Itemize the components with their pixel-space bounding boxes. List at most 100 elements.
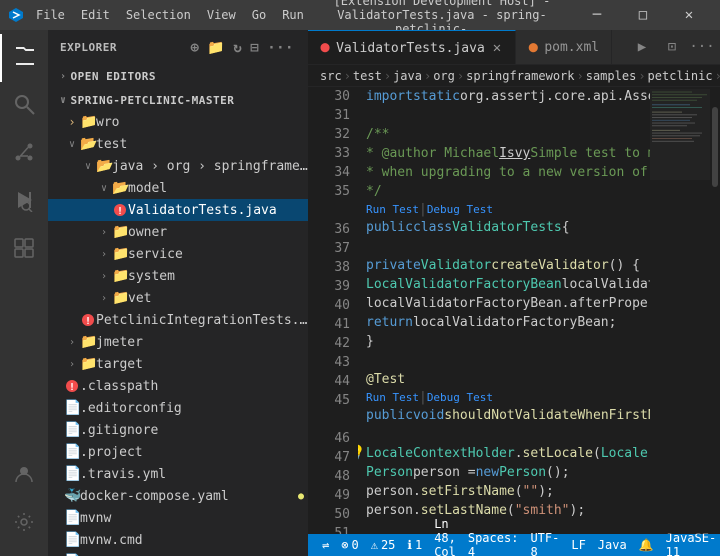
menu-edit[interactable]: Edit <box>75 6 116 24</box>
account-icon <box>13 463 35 490</box>
tree-item-pom[interactable]: 📄 pom.xml <box>48 551 308 556</box>
tree-item-classpath[interactable]: ! .classpath <box>48 375 308 397</box>
gutter-lightbulb-icon[interactable]: 💡 <box>358 444 365 463</box>
breadcrumb-samples[interactable]: samples <box>586 69 637 83</box>
tree-item-editorconfig[interactable]: 📄 .editorconfig <box>48 397 308 419</box>
scrollbar-thumb[interactable] <box>712 107 718 187</box>
code-line-43: } <box>366 332 642 351</box>
refresh-button[interactable]: ↻ <box>231 38 244 58</box>
tree-item-service[interactable]: › 📁 service <box>48 243 308 265</box>
notifications-button[interactable]: 🔔 <box>633 534 660 556</box>
tree-item-target[interactable]: › 📁 target <box>48 353 308 375</box>
menu-view[interactable]: View <box>201 6 242 24</box>
minimap-svg <box>650 87 710 534</box>
sidebar-title: Explorer <box>60 41 117 54</box>
tab-close-validator[interactable]: ✕ <box>491 39 503 57</box>
breadcrumb-springframework[interactable]: springframework <box>466 69 574 83</box>
activity-bar-item-accounts[interactable] <box>0 452 48 500</box>
breadcrumb-sep-2: › <box>384 69 391 83</box>
maximize-button[interactable]: □ <box>620 0 666 30</box>
run-test-link-1[interactable]: Run Test <box>366 200 419 219</box>
warning-indicator[interactable]: ⚠ 25 <box>365 534 402 556</box>
activity-bar-item-extensions[interactable] <box>0 226 48 274</box>
scrollbar-track[interactable] <box>710 87 720 534</box>
new-file-button[interactable]: ⊕ <box>188 38 201 58</box>
sidebar-more-button[interactable]: ··· <box>265 38 296 58</box>
tree-item-docker-compose[interactable]: 🐳 docker-compose.yaml ● <box>48 485 308 507</box>
encoding-indicator[interactable]: UTF-8 <box>524 534 565 556</box>
breadcrumb-java[interactable]: java <box>393 69 422 83</box>
tree-item-model[interactable]: ∨ 📂 model <box>48 177 308 199</box>
menu-go[interactable]: Go <box>246 6 272 24</box>
tab-validator-tests[interactable]: ⬤ ValidatorTests.java ✕ <box>308 30 516 65</box>
menu-selection[interactable]: Selection <box>120 6 197 24</box>
svg-text:!: ! <box>117 206 123 217</box>
tab-validator-tests-label: ValidatorTests.java <box>336 41 485 56</box>
tree-item-jmeter[interactable]: › 📁 jmeter <box>48 331 308 353</box>
tree-item-travis[interactable]: 📄 .travis.yml <box>48 463 308 485</box>
menu-run[interactable]: Run <box>276 6 310 24</box>
tree-item-mvnw-cmd[interactable]: 📄 mvnw.cmd <box>48 529 308 551</box>
tree-item-vet[interactable]: › 📁 vet <box>48 287 308 309</box>
tree-item-test[interactable]: ∨ 📂 test <box>48 133 308 155</box>
jmeter-label: jmeter <box>96 335 308 350</box>
more-actions-button[interactable]: ··· <box>688 33 716 61</box>
spaces-indicator[interactable]: Spaces: 4 <box>462 534 525 556</box>
code-line-33: * @author Michael Isvy Simple test to ma… <box>366 144 642 163</box>
debug-test-link-2[interactable]: Debug Test <box>427 388 493 407</box>
tree-item-wro[interactable]: › 📁 wro <box>48 111 308 133</box>
breadcrumb-org[interactable]: org <box>433 69 455 83</box>
comment-author: * @author Michael <box>366 144 499 163</box>
remote-indicator[interactable]: ⇌ <box>316 534 335 556</box>
sdk-indicator[interactable]: JavaSE-11 <box>660 534 720 556</box>
tree-item-owner[interactable]: › 📁 owner <box>48 221 308 243</box>
activity-bar-item-run[interactable] <box>0 178 48 226</box>
spring-petclinic-header[interactable]: ∨ Spring-Petclinic-Master <box>48 89 308 111</box>
activity-bar-item-settings[interactable] <box>0 500 48 548</box>
debug-test-link-1[interactable]: Debug Test <box>427 200 493 219</box>
tree-item-system[interactable]: › 📁 system <box>48 265 308 287</box>
breadcrumb: src › test › java › org › springframewor… <box>308 65 720 87</box>
eol-indicator[interactable]: LF <box>565 534 591 556</box>
kw-return: return <box>366 313 413 332</box>
tree-item-mvnw[interactable]: 📄 mvnw <box>48 507 308 529</box>
activity-bar-item-search[interactable] <box>0 82 48 130</box>
activity-bar-item-scm[interactable] <box>0 130 48 178</box>
docker-icon: 🐳 <box>64 488 80 504</box>
line-col-indicator[interactable]: Ln 48, Col 24 <box>428 534 462 556</box>
chevron-model-icon: ∨ <box>96 183 112 194</box>
tree-item-project[interactable]: 📄 .project <box>48 441 308 463</box>
classpath-label: .classpath <box>80 379 308 394</box>
status-bar-right: Ln 48, Col 24 Spaces: 4 UTF-8 LF Java 🔔 <box>428 534 720 556</box>
breadcrumb-src[interactable]: src <box>320 69 342 83</box>
type-person: Person <box>366 463 413 482</box>
sidebar-header-actions: ⊕ 📁 ↻ ⊟ ··· <box>188 38 296 58</box>
open-editors-header[interactable]: › Open Editors <box>48 65 308 87</box>
activity-bar-item-explorer[interactable] <box>0 34 48 82</box>
code-editor: 30 31 32 33 34 35 36 37 38 39 40 41 42 4… <box>308 87 720 534</box>
info-indicator[interactable]: ℹ 1 <box>401 534 428 556</box>
tree-item-gitignore[interactable]: 📄 .gitignore <box>48 419 308 441</box>
collapse-all-button[interactable]: ⊟ <box>248 38 261 58</box>
chevron-service-icon: › <box>96 249 112 260</box>
tree-item-java-org[interactable]: ∨ 📂 java › org › springframework › samp.… <box>48 155 308 177</box>
tab-pom-xml[interactable]: ⬤ pom.xml <box>516 30 612 65</box>
run-action-button[interactable]: ▶ <box>628 33 656 61</box>
tree-item-validator-tests[interactable]: ! ValidatorTests.java <box>48 199 308 221</box>
breadcrumb-petclinic[interactable]: petclinic <box>648 69 713 83</box>
minimize-button[interactable]: ─ <box>574 0 620 30</box>
close-button[interactable]: ✕ <box>666 0 712 30</box>
app-icon <box>8 7 24 23</box>
files-icon <box>13 44 37 73</box>
new-folder-button[interactable]: 📁 <box>205 38 227 58</box>
split-editor-button[interactable]: ⊡ <box>658 33 686 61</box>
author-link[interactable]: Isvy <box>499 144 530 163</box>
breadcrumb-test[interactable]: test <box>353 69 382 83</box>
last-name-paren: ( <box>507 501 515 520</box>
menu-file[interactable]: File <box>30 6 71 24</box>
tree-item-petclinic-integration[interactable]: ! PetclinicIntegrationTests.java <box>48 309 308 331</box>
type-locale: Locale <box>601 444 648 463</box>
error-indicator[interactable]: ⊗ 0 <box>335 534 364 556</box>
language-indicator[interactable]: Java <box>592 534 633 556</box>
run-test-link-2[interactable]: Run Test <box>366 388 419 407</box>
